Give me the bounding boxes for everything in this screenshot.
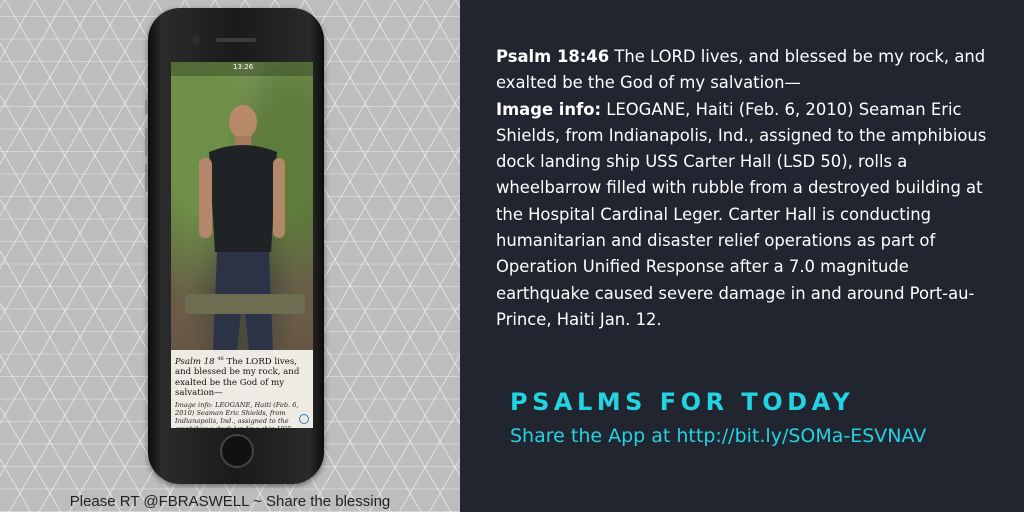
volume-down-button: [145, 164, 148, 192]
photo-shirt: [209, 145, 277, 252]
phone-screen: 13:26 Psalm 18 46 The LORD lives, and bl…: [171, 62, 313, 428]
screen-info-label: Image info:: [175, 400, 213, 409]
screen-verse-number: 46: [217, 356, 224, 362]
screen-verse-text: Psalm 18 46 The LORD lives, and blessed …: [175, 354, 309, 399]
image-info-label: Image info:: [496, 99, 602, 119]
status-bar: 13:26: [171, 62, 313, 76]
photo-wheelbarrow: [185, 294, 305, 314]
info-circle-icon: [299, 414, 309, 424]
screen-image-info: Image info: LEOGANE, Haiti (Feb. 6, 2010…: [175, 401, 309, 428]
status-time: 13:26: [233, 63, 254, 71]
background-pattern-panel: 13:26 Psalm 18 46 The LORD lives, and bl…: [0, 0, 460, 512]
mute-switch: [145, 100, 148, 114]
earpiece-speaker: [216, 38, 256, 42]
home-button: [220, 434, 254, 468]
screen-verse-card: Psalm 18 46 The LORD lives, and blessed …: [171, 350, 313, 428]
photo-neck: [235, 136, 251, 146]
photo-man-with-wheelbarrow: [199, 105, 285, 352]
verse-block: Psalm 18:46 The LORD lives, and blessed …: [496, 44, 996, 333]
verse-reference: Psalm 18:46: [496, 47, 610, 66]
screen-verse-ref: Psalm 18: [175, 356, 215, 367]
front-camera: [192, 36, 200, 44]
volume-up-button: [145, 128, 148, 156]
image-info-text: LEOGANE, Haiti (Feb. 6, 2010) Seaman Eri…: [496, 99, 987, 329]
app-title: PSALMS FOR TODAY: [510, 388, 855, 416]
app-share-link[interactable]: Share the App at http://bit.ly/SOMa-ESVN…: [510, 425, 1010, 447]
photo-left-arm: [199, 158, 212, 238]
retweet-caption: Please RT @FBRASWELL ~ Share the blessin…: [69, 493, 391, 510]
photo-right-arm: [273, 158, 285, 238]
photo-head: [229, 105, 257, 139]
